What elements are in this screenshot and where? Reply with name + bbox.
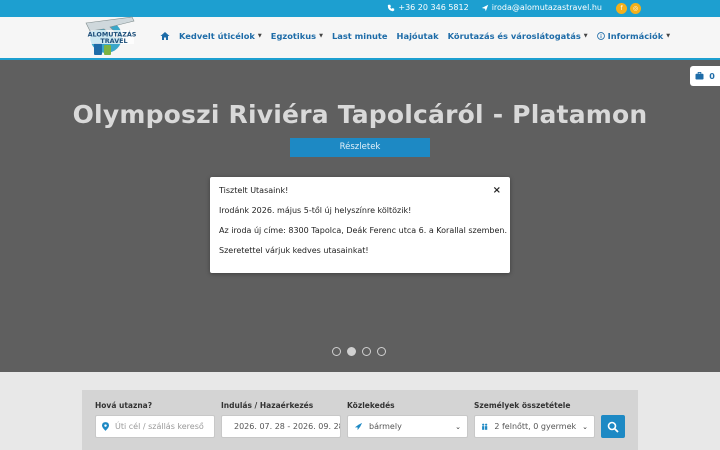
social-links: f ◎ <box>616 3 641 14</box>
persons-label: Személyek összetétele <box>474 401 571 410</box>
email-address: iroda@alomutazastravel.hu <box>491 3 602 12</box>
chevron-down-icon: ⌄ <box>455 422 461 431</box>
chevron-down-icon: ⌄ <box>582 422 588 431</box>
cart-count: 0 <box>709 71 715 81</box>
date-range-value: 2026. 07. 28 - 2026. 09. 28 <box>234 422 341 431</box>
search-button[interactable] <box>601 415 625 438</box>
caret-down-icon: ▼ <box>319 33 323 39</box>
nav-item-hajoutak[interactable]: Hajóutak <box>397 31 439 41</box>
info-circle-icon <box>596 32 605 40</box>
transport-label: Közlekedés <box>347 401 395 410</box>
map-marker-icon <box>102 422 109 431</box>
nav-item-label: Egzotikus <box>270 31 317 41</box>
nav-item-label: Hajóutak <box>396 31 439 41</box>
suitcase-icon <box>695 72 704 80</box>
instagram-icon[interactable]: ◎ <box>630 3 641 14</box>
slider-dot[interactable] <box>377 347 386 356</box>
hero-title: Olymposzi Riviéra Tapolcáról - Platamon <box>72 100 648 129</box>
search-form: Hová utazna? Úti cél / szállás kereső In… <box>82 390 638 450</box>
search-icon <box>607 421 619 433</box>
caret-down-icon: ▼ <box>257 33 262 39</box>
destination-field: Hová utazna? Úti cél / szállás kereső <box>95 401 215 438</box>
home-icon <box>160 32 170 40</box>
destination-label: Hová utazna? <box>95 401 153 410</box>
modal-line-2: Az iroda új címe: 8300 Tapolca, Deák Fer… <box>219 226 508 235</box>
paper-plane-icon <box>481 4 488 11</box>
modal-line-1: Irodánk 2026. május 5-től új helyszínre … <box>219 206 412 215</box>
transport-value: bármely <box>369 422 402 431</box>
search-section: Hová utazna? Úti cél / szállás kereső In… <box>0 372 720 450</box>
cart-button[interactable]: 0 <box>690 66 720 86</box>
transport-icon <box>354 422 363 431</box>
details-button[interactable]: Részletek <box>290 138 430 157</box>
main-navbar: ÁLOMUTAZÁS TRAVEL Kedvelt úticélok ▼ Egzo… <box>0 16 720 60</box>
logo-text-line2: TRAVEL <box>100 37 127 45</box>
persons-value: 2 felnőtt, 0 gyermek <box>494 422 577 431</box>
main-menu: Kedvelt úticélok ▼ Egzotikus ▼ Last minute… <box>160 31 670 41</box>
nav-item-label: Információk <box>607 31 664 41</box>
date-label: Indulás / Hazaérkezés <box>221 401 314 410</box>
destination-placeholder: Úti cél / szállás kereső <box>115 422 204 431</box>
transport-field: Közlekedés bármely ⌄ <box>347 401 468 438</box>
phone-number: +36 20 346 5812 <box>398 3 469 12</box>
modal-title: Tisztelt Utasaink! <box>219 186 289 195</box>
site-logo[interactable]: ÁLOMUTAZÁS TRAVEL <box>80 3 138 61</box>
transport-select[interactable]: bármely ⌄ <box>347 415 468 438</box>
nav-item-kedvelt-uticelok[interactable]: Kedvelt úticélok ▼ <box>179 31 262 41</box>
nav-item-korutazas[interactable]: Körutazás és városlátogatás ▼ <box>448 31 588 41</box>
slider-dot[interactable] <box>332 347 341 356</box>
slider-dot-active[interactable] <box>347 347 356 356</box>
nav-item-label: Last minute <box>331 31 388 41</box>
phone-icon <box>388 4 395 11</box>
nav-item-label: Körutazás és városlátogatás <box>447 31 581 41</box>
nav-item-informaciok[interactable]: Információk ▼ <box>596 31 671 41</box>
close-icon[interactable]: × <box>493 185 501 196</box>
nav-item-egzotikus[interactable]: Egzotikus ▼ <box>271 31 323 41</box>
email-link[interactable]: iroda@alomutazastravel.hu <box>481 3 602 12</box>
slider-dot[interactable] <box>362 347 371 356</box>
phone-link[interactable]: +36 20 346 5812 <box>387 3 469 12</box>
airplane-logo-icon: ÁLOMUTAZÁS TRAVEL <box>85 16 137 55</box>
modal-line-3: Szeretettel várjuk kedves utasainkat! <box>219 246 369 255</box>
notice-modal: Tisztelt Utasaink! × Irodánk 2026. május… <box>210 177 510 273</box>
caret-down-icon: ▼ <box>666 33 671 39</box>
contact-info: +36 20 346 5812 iroda@alomutazastravel.h… <box>387 3 640 12</box>
nav-item-label: Kedvelt úticélok <box>179 31 255 41</box>
caret-down-icon: ▼ <box>583 33 588 39</box>
nav-item-last-minute[interactable]: Last minute <box>332 31 388 41</box>
date-range-input[interactable]: 2026. 07. 28 - 2026. 09. 28 <box>221 415 341 438</box>
people-icon <box>482 423 488 430</box>
date-field: Indulás / Hazaérkezés 2026. 07. 28 - 202… <box>221 401 341 438</box>
destination-input[interactable]: Úti cél / szállás kereső <box>95 415 215 438</box>
slider-dots <box>332 347 386 356</box>
persons-select[interactable]: 2 felnőtt, 0 gyermek ⌄ <box>474 415 595 438</box>
nav-home[interactable] <box>160 31 170 41</box>
facebook-icon[interactable]: f <box>616 3 627 14</box>
persons-field: Személyek összetétele 2 felnőtt, 0 gyerm… <box>474 401 595 438</box>
